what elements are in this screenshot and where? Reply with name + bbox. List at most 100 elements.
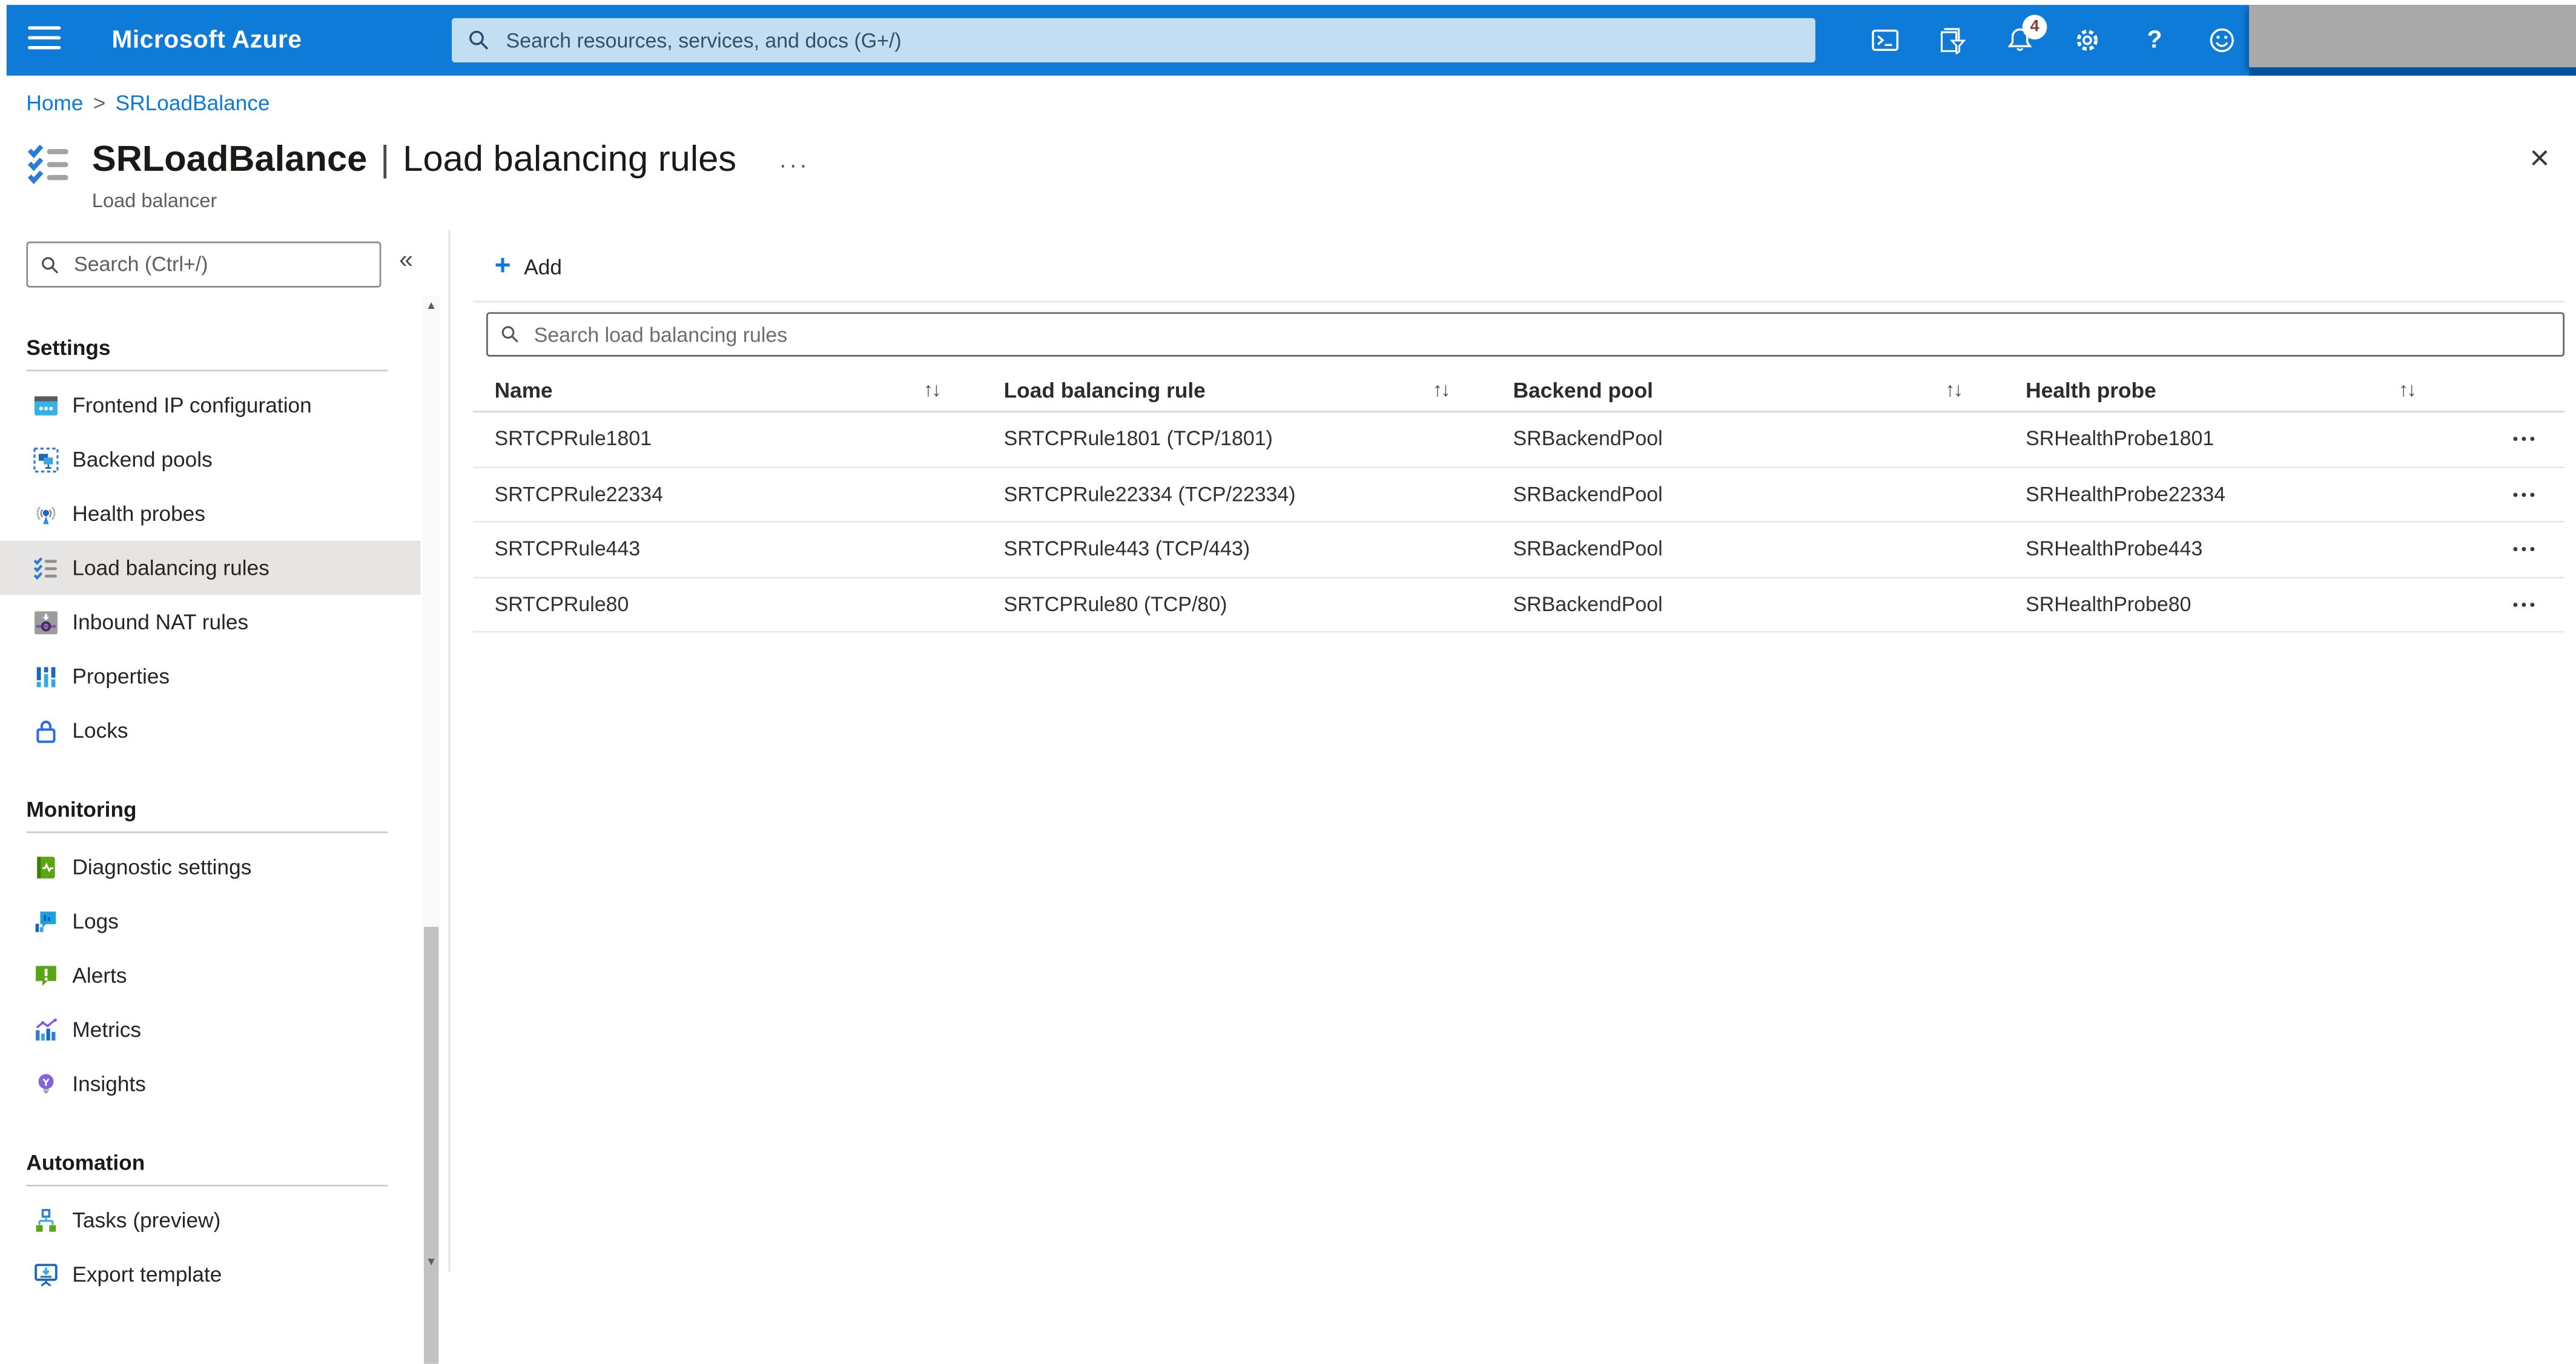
sidebar-item-logs[interactable]: Logs	[0, 894, 421, 949]
cell-rule: SRTCPRule443 (TCP/443)	[1003, 537, 1250, 561]
breadcrumb: Home > SRLoadBalance	[26, 90, 269, 115]
blade-content: + Add Name ↑↓ Load balancing rule ↑↓ Backe…	[448, 230, 2576, 1272]
settings-gear-icon[interactable]	[2073, 26, 2101, 54]
cell-backend-pool: SRBackendPool	[1513, 537, 1663, 561]
sidebar-item-diagnostic-settings[interactable]: Diagnostic settings	[0, 839, 421, 894]
cell-name: SRTCPRule22334	[494, 482, 663, 506]
logs-icon	[33, 908, 59, 934]
sidebar-item-insights[interactable]: Insights	[0, 1056, 421, 1111]
sidebar-item-health-probes[interactable]: Health probes	[0, 486, 421, 541]
section-settings-label: Settings	[26, 335, 111, 360]
scrollbar-thumb[interactable]	[423, 927, 439, 1364]
table-row[interactable]: SRTCPRule443 SRTCPRule443 (TCP/443) SRBa…	[473, 522, 2564, 578]
brand-title[interactable]: Microsoft Azure	[111, 5, 302, 76]
health-probes-icon	[33, 500, 59, 526]
diagnostic-settings-icon	[33, 853, 59, 879]
resource-menu-sidebar: « Settings Frontend IP configuration	[0, 230, 447, 1364]
alerts-icon	[33, 962, 59, 988]
cell-rule: SRTCPRule22334 (TCP/22334)	[1003, 482, 1296, 506]
table-row[interactable]: SRTCPRule22334 SRTCPRule22334 (TCP/22334…	[473, 467, 2564, 523]
sidebar-scrollbar[interactable]: ▲ ▼	[422, 296, 441, 1364]
cell-name: SRTCPRule1801	[494, 428, 652, 451]
sidebar-item-label: Metrics	[72, 1017, 142, 1042]
search-icon	[469, 30, 489, 50]
toolbar-divider	[473, 300, 2564, 303]
sidebar-item-label: Backend pools	[72, 446, 213, 472]
rules-search-input[interactable]	[530, 321, 2563, 348]
cell-backend-pool: SRBackendPool	[1513, 428, 1663, 451]
breadcrumb-home-link[interactable]: Home	[26, 90, 83, 115]
directory-filter-icon[interactable]	[1938, 26, 1966, 55]
hamburger-menu-icon[interactable]	[28, 26, 61, 54]
row-context-menu-icon[interactable]: •••	[2513, 486, 2564, 502]
column-backend-pool: Backend pool	[1513, 377, 1653, 402]
sort-rule-icon[interactable]: ↑↓	[1433, 378, 1451, 401]
topbar-icon-group: 4 ?	[1871, 5, 2236, 76]
cell-backend-pool: SRBackendPool	[1513, 482, 1663, 506]
sort-name-icon[interactable]: ↑↓	[923, 378, 942, 401]
sidebar-search-box[interactable]	[26, 241, 381, 288]
feedback-smiley-icon[interactable]	[2208, 26, 2236, 54]
account-area-redaction-shadow	[2249, 67, 2576, 76]
help-icon[interactable]: ?	[2141, 26, 2168, 54]
title-overflow-menu[interactable]: ···	[779, 151, 810, 177]
sidebar-item-tasks-preview[interactable]: Tasks (preview)	[0, 1193, 421, 1248]
sidebar-item-label: Alerts	[72, 962, 127, 988]
breadcrumb-current-link[interactable]: SRLoadBalance	[116, 90, 270, 115]
cell-health-probe: SRHealthProbe1801	[2026, 428, 2214, 451]
global-search-input[interactable]	[503, 27, 1815, 54]
column-health-probe: Health probe	[2026, 377, 2156, 402]
sidebar-item-load-balancing-rules[interactable]: Load balancing rules	[0, 540, 421, 595]
table-row[interactable]: SRTCPRule1801 SRTCPRule1801 (TCP/1801) S…	[473, 412, 2564, 468]
sidebar-item-inbound-nat-rules[interactable]: Inbound NAT rules	[0, 595, 421, 649]
top-bar: Microsoft Azure Search resources, servic…	[6, 5, 2576, 76]
section-divider	[26, 831, 388, 833]
blade-close-icon[interactable]: ×	[2529, 141, 2549, 176]
cell-health-probe: SRHealthProbe22334	[2026, 482, 2226, 506]
sidebar-item-label: Tasks (preview)	[72, 1208, 221, 1233]
sidebar-item-export-template[interactable]: Export template	[0, 1247, 421, 1302]
resource-name: SRLoadBalance	[91, 137, 368, 179]
cell-name: SRTCPRule80	[494, 592, 629, 616]
sidebar-item-label: Inbound NAT rules	[72, 609, 249, 635]
cloud-shell-icon[interactable]	[1871, 26, 1899, 54]
sidebar-item-backend-pools[interactable]: Backend pools	[0, 432, 421, 487]
frontend-ip-icon	[33, 392, 59, 418]
insights-icon	[33, 1071, 59, 1097]
export-template-icon	[33, 1261, 59, 1287]
row-context-menu-icon[interactable]: •••	[2513, 431, 2564, 447]
global-search-box[interactable]	[452, 18, 1815, 63]
sort-backend-pool-icon[interactable]: ↑↓	[1945, 378, 1963, 401]
sidebar-menu: Settings Frontend IP configuration Backe…	[0, 312, 421, 1301]
section-divider	[26, 1185, 388, 1187]
search-icon	[42, 256, 59, 273]
table-row[interactable]: SRTCPRule80 SRTCPRule80 (TCP/80) SRBacke…	[473, 577, 2564, 633]
sidebar-item-frontend-ip-configuration[interactable]: Frontend IP configuration	[0, 378, 421, 432]
title-separator: |	[380, 137, 390, 179]
add-button[interactable]: + Add	[495, 247, 562, 286]
sidebar-collapse-button[interactable]: «	[399, 247, 413, 274]
inbound-nat-rules-icon	[33, 609, 59, 635]
page-title: SRLoadBalance | Load balancing rules	[92, 134, 736, 184]
sidebar-item-label: Properties	[72, 664, 170, 689]
sidebar-item-label: Locks	[72, 718, 128, 743]
sidebar-item-alerts[interactable]: Alerts	[0, 948, 421, 1002]
row-context-menu-icon[interactable]: •••	[2513, 596, 2564, 612]
sort-health-probe-icon[interactable]: ↑↓	[2399, 378, 2417, 401]
sidebar-item-metrics[interactable]: Metrics	[0, 1002, 421, 1057]
sidebar-item-label: Diagnostic settings	[72, 854, 252, 879]
lock-icon	[33, 717, 59, 743]
notifications-bell-icon[interactable]: 4	[2006, 15, 2047, 54]
sidebar-item-properties[interactable]: Properties	[0, 649, 421, 704]
notification-count-badge: 4	[2022, 15, 2047, 40]
sidebar-item-locks[interactable]: Locks	[0, 703, 421, 758]
row-context-menu-icon[interactable]: •••	[2513, 541, 2564, 557]
scroll-down-icon[interactable]: ▼	[422, 1257, 440, 1268]
rules-search-box[interactable]	[486, 312, 2564, 357]
search-icon	[501, 326, 518, 343]
scroll-up-icon[interactable]: ▲	[422, 300, 440, 312]
section-automation-label: Automation	[26, 1150, 145, 1175]
sidebar-item-label: Frontend IP configuration	[72, 392, 312, 418]
column-name: Name	[494, 377, 553, 402]
sidebar-search-input[interactable]	[70, 251, 380, 278]
